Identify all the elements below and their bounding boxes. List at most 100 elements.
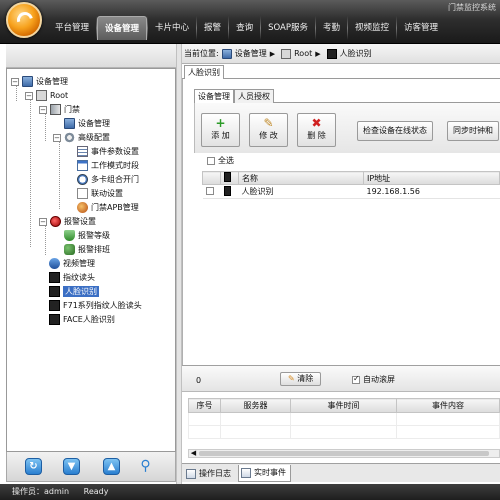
event-header-server[interactable]: 服务器 [220,398,291,413]
video-icon [49,258,60,269]
arrow-down-icon[interactable]: ▼ [63,458,80,475]
select-all-checkbox[interactable] [207,156,215,165]
top-navigation-bar: 门禁监控系统 平台管理 设备管理 卡片中心 报警 查询 SOAP服务 考勤 视频… [0,0,500,44]
collapse-toggle[interactable]: − [39,217,47,226]
nav-alarm[interactable]: 报警 [197,16,228,40]
breadcrumb-item-root[interactable]: Root [294,49,312,58]
main-nav: 平台管理 设备管理 卡片中心 报警 查询 SOAP服务 考勤 视频监控 访客管理 [48,16,445,40]
tree-node-face-reader[interactable]: FACE人脸识别 [49,313,115,326]
select-all[interactable]: 全选 [207,155,234,166]
device-name-cell: 人脸识别 [238,184,364,199]
tree-node-face-recognition[interactable]: 人脸识别 [49,285,99,298]
status-bar: 操作员：admin Ready [0,484,500,500]
tree-header [6,44,176,68]
auto-scroll-checkbox[interactable] [352,374,360,384]
event-count: 0 [196,376,202,385]
event-header-content[interactable]: 事件内容 [396,398,500,413]
nav-query[interactable]: 查询 [229,16,260,40]
reader-icon [49,300,60,311]
nav-platform-management[interactable]: 平台管理 [48,16,96,40]
event-empty-row [188,425,500,439]
table-header-name[interactable]: 名称 [238,171,364,185]
reader-icon [326,48,337,59]
nav-video-monitoring[interactable]: 视频监控 [348,16,396,40]
reader-icon [49,272,60,283]
nav-visitor-management[interactable]: 访客管理 [397,16,445,40]
door-icon [50,104,61,115]
tab-device-management[interactable]: 设备管理 [194,89,234,103]
tree-node-root[interactable]: − Root [25,89,68,102]
auto-scroll-toggle[interactable]: 自动滚屏 [352,374,395,385]
bottom-tabs: 操作日志 实时事件 [182,463,500,482]
nav-device-management[interactable]: 设备管理 [97,16,148,40]
chevron-right-icon: ▶ [269,49,276,58]
horizontal-scrollbar[interactable]: ◀ [188,449,500,458]
tree-node-alarm-level[interactable]: 报警等级 [64,229,110,242]
chevron-right-icon: ▶ [315,49,321,58]
scroll-left-icon[interactable]: ◀ [189,449,198,458]
tab-realtime-events[interactable]: 实时事件 [238,465,291,482]
table-row[interactable]: 人脸识别 192.168.1.56 [202,184,500,199]
device-toolbar: + 添 加 ✎ 修 改 ✖ 删 除 检查设备在线状态 同步时钟和 [194,103,500,153]
tree-node-f71-reader[interactable]: F71系列指纹人脸读头 [49,299,142,312]
edit-button[interactable]: ✎ 修 改 [249,113,288,147]
nav-card-center[interactable]: 卡片中心 [148,16,196,40]
sync-time-button[interactable]: 同步时钟和 [447,121,499,141]
nav-attendance[interactable]: 考勤 [316,16,347,40]
tree-node-alarm-schedule[interactable]: 报警排班 [64,243,110,256]
tree-node-apb[interactable]: 门禁APB管理 [77,201,139,214]
clear-button[interactable]: ✎ 清除 [280,372,322,386]
collapse-toggle[interactable]: − [53,133,61,142]
tab-operation-log[interactable]: 操作日志 [184,465,235,482]
log-icon [186,468,196,479]
collapse-toggle[interactable]: − [11,77,19,86]
event-header-time[interactable]: 事件时间 [290,398,397,413]
row-checkbox[interactable] [205,186,214,195]
add-button[interactable]: + 添 加 [201,113,240,147]
status-text: Ready [83,487,109,496]
tree-node-device-management[interactable]: − 设备管理 [11,75,68,88]
delete-button[interactable]: ✖ 删 除 [297,113,336,147]
tree-node-fingerprint-reader[interactable]: 指纹读头 [49,271,95,284]
check-online-status-button[interactable]: 检查设备在线状态 [357,121,433,141]
tree-node-alarm-settings[interactable]: − 报警设置 [39,215,96,228]
gear-icon [64,132,75,143]
arrow-up-icon[interactable]: ▲ [103,458,120,475]
tree-node-linkage[interactable]: 联动设置 [77,187,123,200]
scrollbar-thumb[interactable] [199,451,489,456]
tree-footer-toolbar: ↻ ▼ ▲ ⚲ [6,452,176,482]
schedule-icon [64,244,75,255]
table-header-icon [220,171,239,185]
refresh-icon[interactable]: ↻ [25,458,42,475]
nav-soap-service[interactable]: SOAP服务 [261,16,315,40]
breadcrumb-item-face[interactable]: 人脸识别 [340,48,372,59]
collapse-toggle[interactable]: − [25,91,33,100]
page-tabs: 人脸识别 [182,64,500,79]
device-tree: − 设备管理 − Root − 门禁 设备管理 − 高级配置 事件参数设置 工作… [6,68,176,452]
collapse-toggle[interactable]: − [39,105,47,114]
device-management-icon [221,48,232,59]
delete-icon: ✖ [311,116,322,130]
device-ip-cell: 192.168.1.56 [363,184,500,199]
tree-node-advanced-config[interactable]: − 高级配置 [53,131,110,144]
device-table: 名称 IP地址 人脸识别 192.168.1.56 [202,171,500,199]
events-icon [241,468,251,478]
search-icon[interactable]: ⚲ [137,458,154,475]
tree-node-video-management[interactable]: 视频管理 [49,257,95,270]
tab-face-recognition[interactable]: 人脸识别 [184,65,224,79]
reader-icon [49,314,60,325]
tree-node-access-control[interactable]: − 门禁 [39,103,80,116]
tree-node-work-mode[interactable]: 工作模式时段 [77,159,139,172]
breadcrumb-item-device-management[interactable]: 设备管理 [235,48,267,59]
root-node-icon [281,48,292,59]
tree-node-multi-card[interactable]: 多卡组合开门 [77,173,139,186]
event-header-index[interactable]: 序号 [188,398,221,413]
tab-personnel-authorization[interactable]: 人员授权 [234,89,274,103]
tree-node-event-params[interactable]: 事件参数设置 [77,145,139,158]
apb-icon [77,202,88,213]
table-header-ip[interactable]: IP地址 [363,171,500,185]
tree-node-access-device-management[interactable]: 设备管理 [64,117,110,130]
linkage-icon [77,188,88,199]
app-logo [6,2,42,38]
broom-icon: ✎ [288,374,295,383]
